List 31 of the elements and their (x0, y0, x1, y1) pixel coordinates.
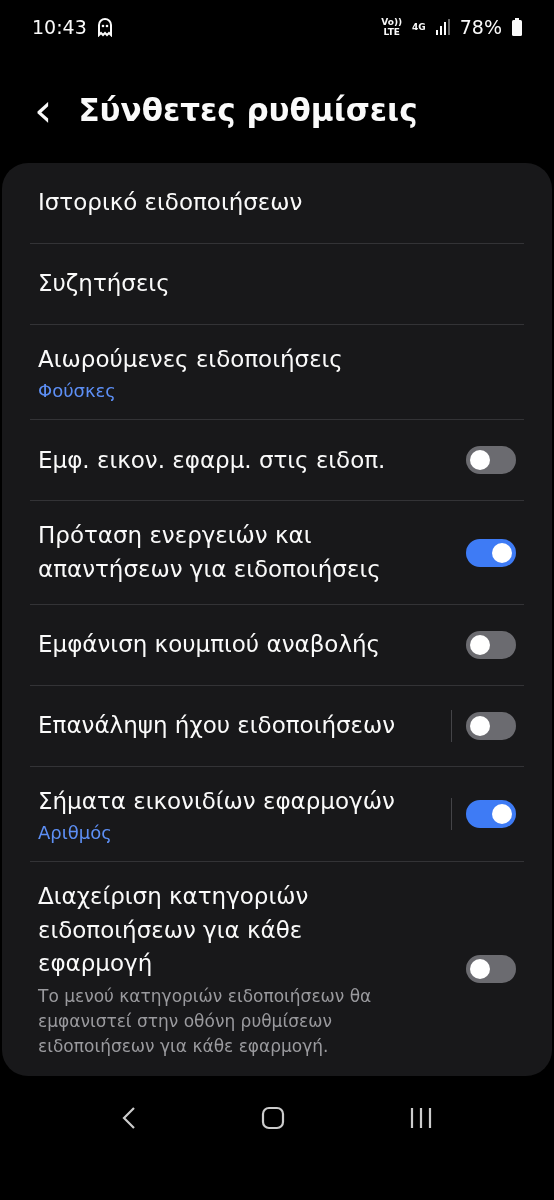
setting-value: Αριθμός (38, 822, 113, 844)
setting-title[interactable]: Εμφάνιση κουμπιού αναβολής (38, 628, 408, 662)
signal-icon (435, 19, 450, 35)
toggle-switch[interactable] (466, 712, 516, 741)
battery-percent: 78% (459, 16, 502, 38)
back-button[interactable]: ‹ (28, 87, 59, 133)
setting-title[interactable]: Διαχείριση κατηγοριών ειδοποιήσεων για κάθε εφαρμογή (38, 880, 408, 981)
setting-title[interactable]: Επανάληψη ήχου ειδοποιήσεων (38, 709, 408, 743)
toggle-switch[interactable] (466, 955, 516, 984)
volte-label: Vo)) (381, 17, 403, 27)
toggle-switch[interactable] (466, 538, 516, 567)
ghost-icon (96, 17, 113, 37)
setting-description: Το μενού κατηγοριών ειδοποιήσεων θα εμφανιστεί στην οθόνη ρυθμίσεων ειδοποιήσεων για κάθε εφαρμογή. (38, 985, 373, 1058)
setting-title[interactable]: Ιστορικό ειδοποιήσεων (38, 186, 408, 220)
setting-value: Φούσκες (38, 380, 117, 402)
setting-title[interactable]: Αιωρούμενες ειδοποιήσεις (38, 343, 408, 377)
toggle-switch[interactable] (466, 446, 516, 475)
back-icon[interactable] (122, 1106, 137, 1131)
recent-apps-icon[interactable] (409, 1106, 432, 1131)
battery-icon (512, 18, 522, 36)
setting-title[interactable]: Συζητήσεις (38, 267, 408, 301)
toggle-switch[interactable] (466, 800, 516, 829)
clock: 10:43 (32, 16, 87, 38)
page-title: Σύνθετες ρυθμίσεις (78, 92, 418, 128)
setting-title[interactable]: Εμφ. εικον. εφαρμ. στις ειδοπ. (38, 443, 408, 477)
home-icon[interactable] (261, 1106, 285, 1131)
setting-title[interactable]: Πρόταση ενεργειών και απαντήσεων για ειδοποιήσεις (38, 519, 408, 587)
lte-label: LTE (383, 27, 400, 37)
toggle-switch[interactable] (466, 631, 516, 660)
setting-title[interactable]: Σήματα εικονιδίων εφαρμογών (38, 785, 408, 819)
network-label: 4G (412, 22, 426, 32)
